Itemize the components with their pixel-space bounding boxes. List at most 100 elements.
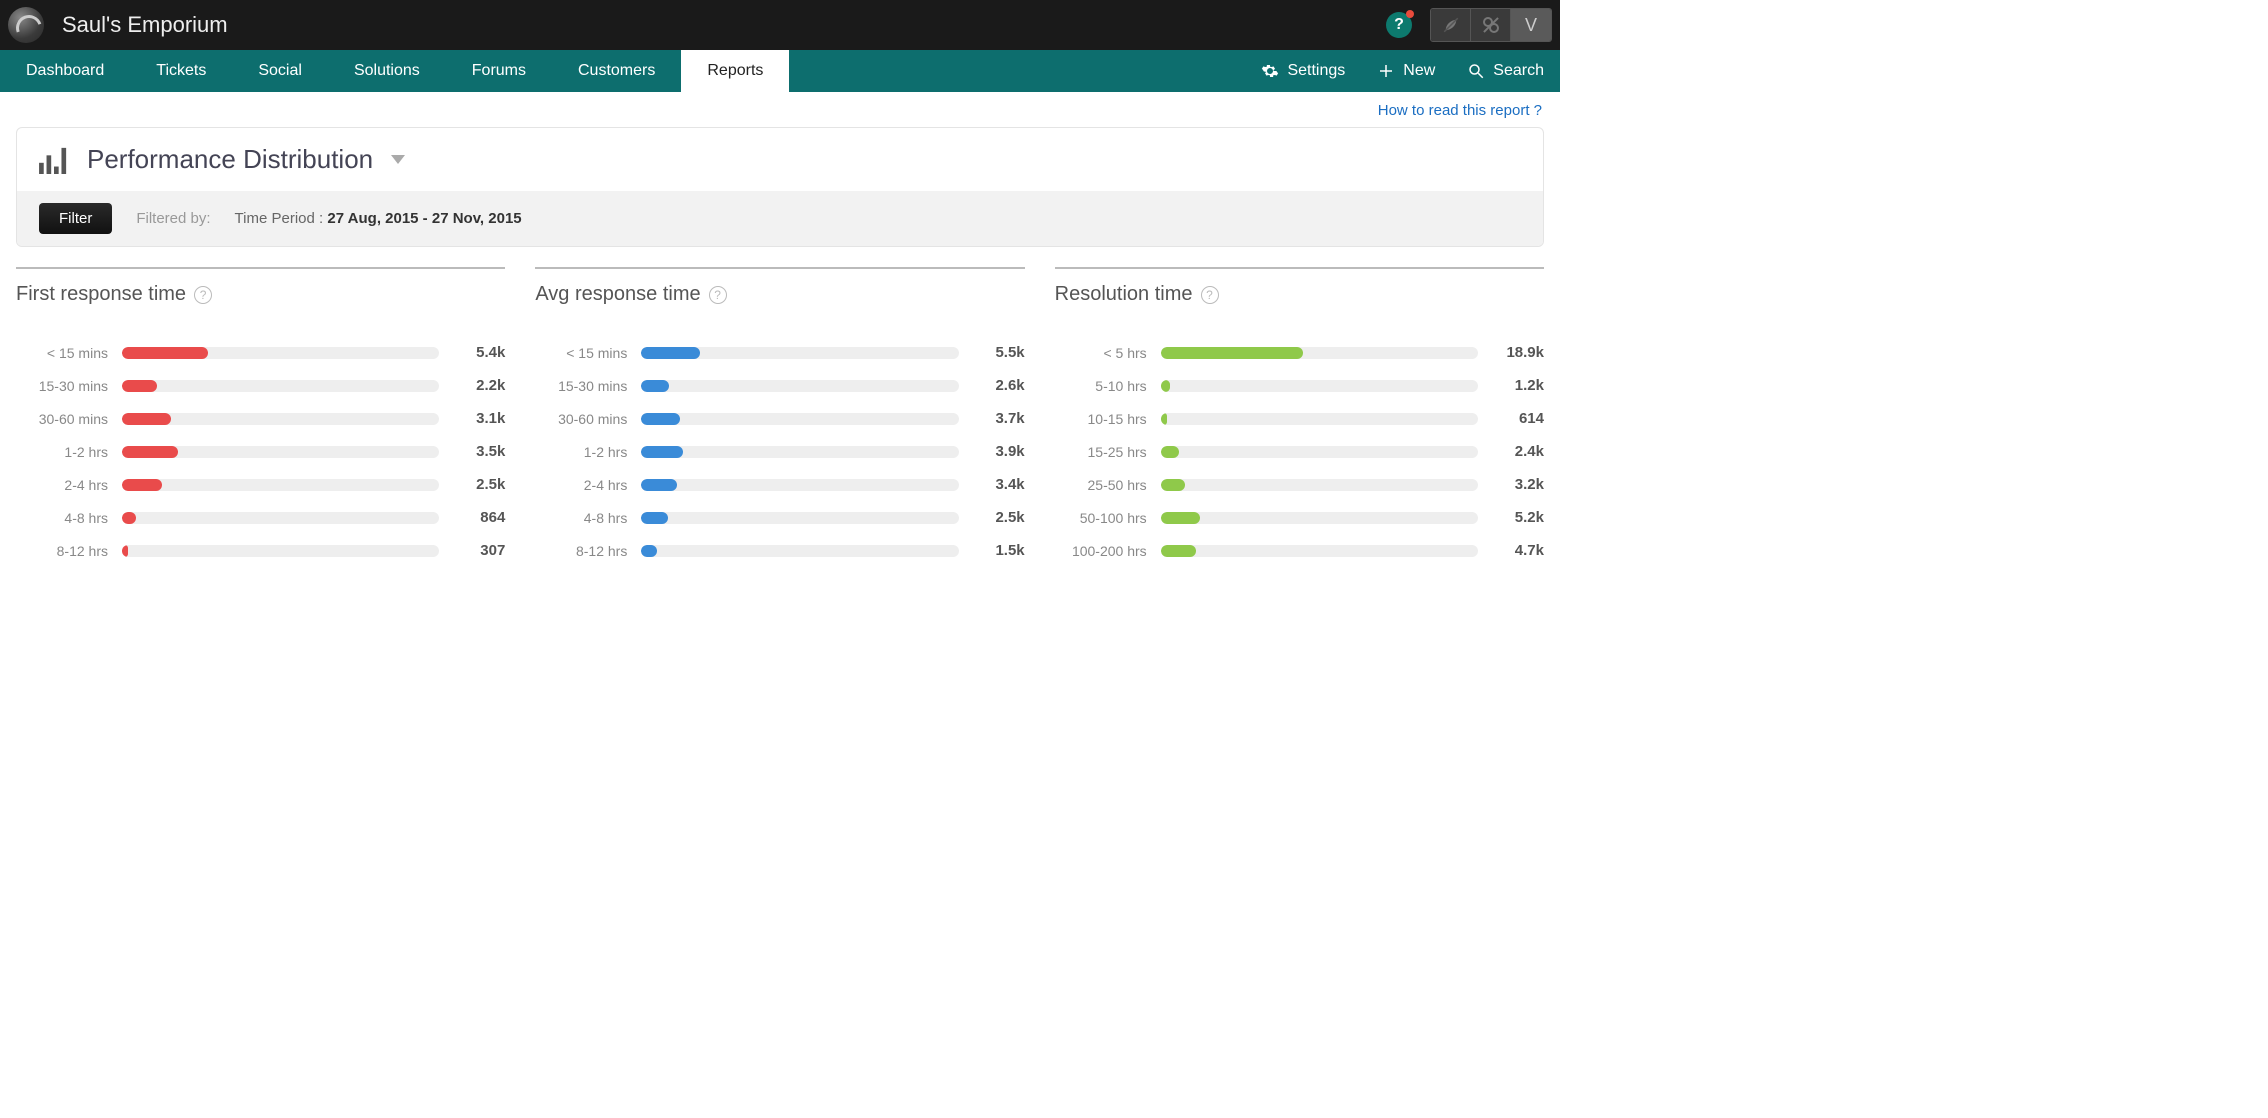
bar-value: 2.5k <box>973 509 1025 526</box>
bar-fill <box>122 479 162 491</box>
bar-row: < 5 hrs 18.9k <box>1055 344 1544 361</box>
dist-column-0: First response time?< 15 mins5.4k15-30 m… <box>16 267 505 575</box>
bar-value: 3.1k <box>453 410 505 427</box>
bar-track[interactable] <box>122 380 439 392</box>
bar-row: 2-4 hrs2.5k <box>16 476 505 493</box>
nav-search[interactable]: Search <box>1451 50 1560 92</box>
info-icon[interactable]: ? <box>194 286 212 304</box>
info-icon[interactable]: ? <box>709 286 727 304</box>
nav-tab-dashboard[interactable]: Dashboard <box>0 50 130 92</box>
filter-button[interactable]: Filter <box>39 203 112 234</box>
bar-row: 25-50 hrs3.2k <box>1055 476 1544 493</box>
bar-fill <box>1161 413 1167 425</box>
bar-track[interactable] <box>641 347 958 359</box>
report-header: Performance Distribution <box>17 128 1543 191</box>
bar-value: 18.9k <box>1492 344 1544 361</box>
bar-track[interactable] <box>641 479 958 491</box>
bar-track[interactable] <box>1161 380 1478 392</box>
nav-tab-solutions[interactable]: Solutions <box>328 50 446 92</box>
bar-chart-icon <box>39 146 69 174</box>
nav-search-label: Search <box>1493 62 1544 80</box>
how-to-read-link[interactable]: How to read this report ? <box>1378 102 1542 119</box>
bar-value: 5.2k <box>1492 509 1544 526</box>
bar-track[interactable] <box>1161 479 1478 491</box>
bar-row: 4-8 hrs864 <box>16 509 505 526</box>
avatar-button[interactable]: V <box>1511 9 1551 41</box>
bar-track[interactable] <box>1161 347 1478 359</box>
bar-track[interactable] <box>641 413 958 425</box>
bar-track[interactable] <box>122 479 439 491</box>
report-title: Performance Distribution <box>87 144 373 175</box>
search-icon <box>1467 62 1485 80</box>
bar-track[interactable] <box>1161 512 1478 524</box>
bar-track[interactable] <box>1161 545 1478 557</box>
bar-value: 2.4k <box>1492 443 1544 460</box>
percent-icon[interactable] <box>1471 9 1511 41</box>
bar-track[interactable] <box>641 380 958 392</box>
bar-value: 307 <box>453 542 505 559</box>
bar-fill <box>122 380 157 392</box>
bar-value: 3.2k <box>1492 476 1544 493</box>
bar-row: 15-30 mins2.6k <box>535 377 1024 394</box>
bar-value: 3.4k <box>973 476 1025 493</box>
nav-tab-social[interactable]: Social <box>232 50 328 92</box>
bar-fill <box>122 413 171 425</box>
bar-value: 3.5k <box>453 443 505 460</box>
bar-fill <box>1161 545 1197 557</box>
bar-label: < 15 mins <box>16 345 108 361</box>
bar-track[interactable] <box>641 512 958 524</box>
bar-fill <box>122 545 128 557</box>
bar-track[interactable] <box>1161 413 1478 425</box>
bar-track[interactable] <box>122 512 439 524</box>
period-value: 27 Aug, 2015 - 27 Nov, 2015 <box>327 210 521 227</box>
plus-icon <box>1377 62 1395 80</box>
topbar: Saul's Emporium ? V <box>0 0 1560 50</box>
nav-tab-tickets[interactable]: Tickets <box>130 50 232 92</box>
bar-track[interactable] <box>122 545 439 557</box>
report-dropdown-caret[interactable] <box>391 155 405 164</box>
column-title-text: Resolution time <box>1055 283 1193 306</box>
bar-label: 15-30 mins <box>16 378 108 394</box>
bar-label: 4-8 hrs <box>535 510 627 526</box>
bar-track[interactable] <box>122 347 439 359</box>
app-logo[interactable] <box>8 7 44 43</box>
bar-row: 4-8 hrs 2.5k <box>535 509 1024 526</box>
bar-row: 15-30 mins2.2k <box>16 377 505 394</box>
bar-label: 100-200 hrs <box>1055 543 1147 559</box>
bar-row: 100-200 hrs4.7k <box>1055 542 1544 559</box>
org-name[interactable]: Saul's Emporium <box>62 12 228 38</box>
period-label: Time Period : <box>235 210 328 227</box>
help-badge-icon[interactable]: ? <box>1386 12 1412 38</box>
filtered-by-label: Filtered by: <box>136 210 210 227</box>
nav-new-label: New <box>1403 62 1435 80</box>
bar-fill <box>122 347 208 359</box>
bar-row: 1-2 hrs 3.5k <box>16 443 505 460</box>
bar-row: 1-2 hrs3.9k <box>535 443 1024 460</box>
bar-value: 1.5k <box>973 542 1025 559</box>
bar-fill <box>641 413 680 425</box>
dist-column-1: Avg response time?< 15 mins5.5k15-30 min… <box>535 267 1024 575</box>
nav-new[interactable]: New <box>1361 50 1451 92</box>
bar-value: 5.5k <box>973 344 1025 361</box>
nav-settings[interactable]: Settings <box>1245 50 1361 92</box>
bar-row: 30-60 mins3.1k <box>16 410 505 427</box>
bar-track[interactable] <box>1161 446 1478 458</box>
nav-tab-forums[interactable]: Forums <box>446 50 552 92</box>
bar-fill <box>1161 479 1185 491</box>
top-button-group: V <box>1430 8 1552 42</box>
eco-disabled-icon[interactable] <box>1431 9 1471 41</box>
bar-track[interactable] <box>122 446 439 458</box>
bar-track[interactable] <box>122 413 439 425</box>
bar-row: 15-25 hrs2.4k <box>1055 443 1544 460</box>
bar-row: 8-12 hrs307 <box>16 542 505 559</box>
bar-row: < 15 mins5.4k <box>16 344 505 361</box>
nav-tab-reports[interactable]: Reports <box>681 50 789 92</box>
nav-tab-customers[interactable]: Customers <box>552 50 681 92</box>
bar-label: 1-2 hrs <box>16 444 108 460</box>
bar-track[interactable] <box>641 446 958 458</box>
info-icon[interactable]: ? <box>1201 286 1219 304</box>
bar-track[interactable] <box>641 545 958 557</box>
bar-label: 2-4 hrs <box>535 477 627 493</box>
bar-label: < 5 hrs <box>1055 345 1147 361</box>
bar-fill <box>1161 380 1170 392</box>
